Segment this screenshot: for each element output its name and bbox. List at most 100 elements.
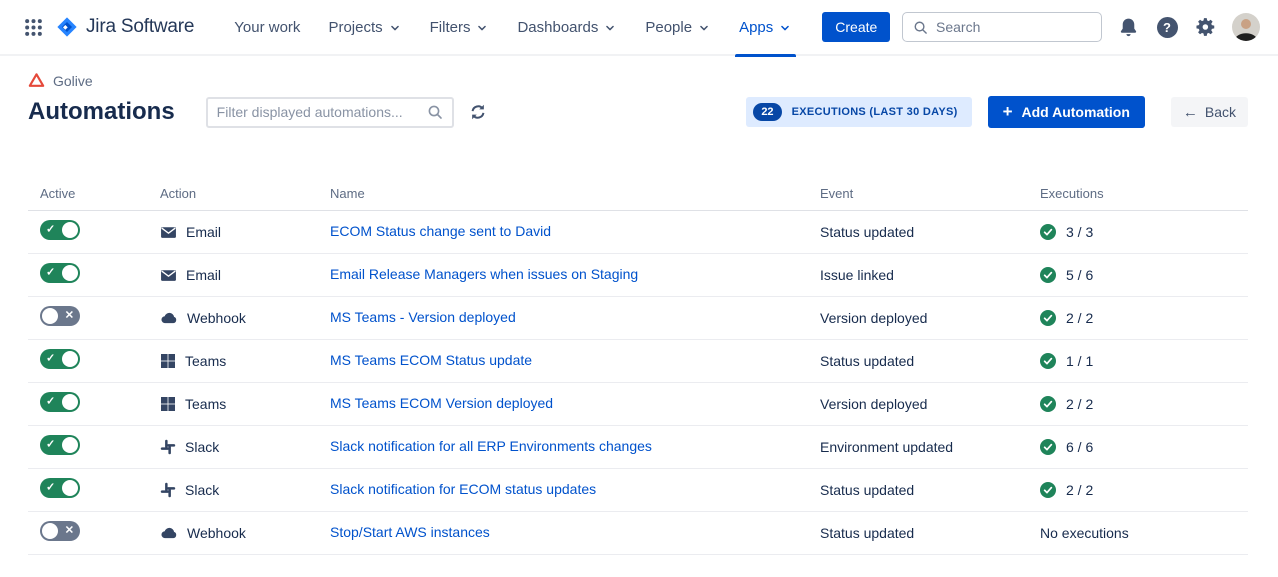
- filter-box[interactable]: [206, 97, 454, 128]
- back-label: Back: [1205, 104, 1236, 120]
- active-cell: ✓: [28, 478, 160, 503]
- executions-label: EXECUTIONS (LAST 30 DAYS): [792, 106, 958, 118]
- active-toggle[interactable]: ✓: [40, 263, 80, 283]
- table-row: ✓EmailEmail Release Managers when issues…: [28, 254, 1248, 297]
- column-header-executions: Executions: [1040, 186, 1248, 201]
- automation-name-link[interactable]: ECOM Status change sent to David: [330, 223, 551, 239]
- executions-value: 5 / 6: [1066, 267, 1093, 283]
- automation-name-link[interactable]: Slack notification for all ERP Environme…: [330, 438, 652, 454]
- action-cell: Email: [160, 224, 330, 241]
- search-input[interactable]: [936, 19, 1091, 35]
- nav-item-dashboards[interactable]: Dashboards: [503, 0, 631, 55]
- automation-name-link[interactable]: MS Teams ECOM Version deployed: [330, 395, 553, 411]
- toggle-knob: [62, 265, 78, 281]
- active-toggle[interactable]: ✓: [40, 349, 80, 369]
- action-label: Slack: [185, 482, 219, 498]
- success-icon: [1040, 310, 1056, 326]
- action-cell: Webhook: [160, 524, 330, 542]
- refresh-icon[interactable]: [469, 103, 487, 121]
- email-icon: [160, 267, 177, 284]
- back-arrow-icon: ←: [1183, 105, 1198, 120]
- automation-name-link[interactable]: Email Release Managers when issues on St…: [330, 266, 638, 282]
- jira-automations-page: Jira Software Your workProjects Filters Da…: [0, 0, 1278, 577]
- table-row: ✓TeamsMS Teams ECOM Version deployedVers…: [28, 383, 1248, 426]
- active-toggle[interactable]: ✕: [40, 306, 80, 326]
- nav-item-filters[interactable]: Filters: [416, 0, 504, 55]
- automations-table: ActiveActionNameEventExecutions ✓EmailEC…: [28, 186, 1248, 555]
- executions-summary-button[interactable]: 22 EXECUTIONS (LAST 30 DAYS): [746, 97, 971, 127]
- event-label: Status updated: [820, 482, 1040, 498]
- event-label: Version deployed: [820, 310, 1040, 326]
- golive-logo-icon: [28, 72, 45, 89]
- active-toggle[interactable]: ✓: [40, 220, 80, 240]
- app-switcher-icon[interactable]: [20, 14, 46, 40]
- settings-gear-icon[interactable]: [1193, 14, 1219, 40]
- action-cell: Teams: [160, 353, 330, 369]
- success-icon: [1040, 482, 1056, 498]
- event-label: Status updated: [820, 224, 1040, 240]
- toggle-knob: [62, 437, 78, 453]
- name-cell: Email Release Managers when issues on St…: [330, 266, 820, 284]
- active-cell: ✓: [28, 220, 160, 245]
- automation-name-link[interactable]: Stop/Start AWS instances: [330, 524, 490, 540]
- nav-item-your-work[interactable]: Your work: [220, 0, 314, 55]
- table-row: ✓ Slack Slack notification for ECOM status…: [28, 469, 1248, 512]
- add-automation-button[interactable]: + Add Automation: [988, 96, 1145, 128]
- breadcrumb[interactable]: Golive: [28, 72, 1248, 89]
- user-avatar[interactable]: [1232, 13, 1260, 41]
- help-icon[interactable]: ?: [1154, 14, 1180, 40]
- column-header-active: Active: [28, 186, 160, 201]
- action-label: Teams: [185, 353, 226, 369]
- executions-count-badge: 22: [753, 103, 781, 121]
- active-toggle[interactable]: ✓: [40, 478, 80, 498]
- success-icon: [1040, 396, 1056, 412]
- nav-item-people[interactable]: People: [631, 0, 725, 55]
- check-icon: ✓: [46, 439, 55, 450]
- nav-item-label: Filters: [430, 19, 471, 36]
- table-row: ✓TeamsMS Teams ECOM Status updateStatus …: [28, 340, 1248, 383]
- action-label: Slack: [185, 439, 219, 455]
- check-icon: ✓: [46, 482, 55, 493]
- executions-cell: 2 / 2: [1040, 482, 1248, 498]
- jira-logo[interactable]: Jira Software: [56, 16, 194, 38]
- success-icon: [1040, 224, 1056, 240]
- event-label: Status updated: [820, 525, 1040, 541]
- action-cell: Slack: [160, 439, 330, 455]
- executions-cell: 6 / 6: [1040, 439, 1248, 455]
- create-button[interactable]: Create: [822, 12, 890, 42]
- automation-name-link[interactable]: MS Teams ECOM Status update: [330, 352, 532, 368]
- table-row: ✕ Webhook Stop/Start AWS instances Status u…: [28, 512, 1248, 555]
- nav-item-apps[interactable]: Apps: [725, 0, 806, 55]
- executions-value: 2 / 2: [1066, 396, 1093, 412]
- action-cell: Teams: [160, 396, 330, 412]
- name-cell: MS Teams ECOM Version deployed: [330, 395, 820, 413]
- active-cell: ✕: [28, 306, 160, 331]
- action-cell: Webhook: [160, 309, 330, 327]
- check-icon: ✓: [46, 267, 55, 278]
- action-label: Email: [186, 224, 221, 240]
- automation-name-link[interactable]: Slack notification for ECOM status updat…: [330, 481, 596, 497]
- brand-name: Jira Software: [86, 16, 194, 38]
- toggle-knob: [62, 480, 78, 496]
- automation-name-link[interactable]: MS Teams - Version deployed: [330, 309, 516, 325]
- webhook-icon: [160, 524, 178, 542]
- cross-icon: ✕: [65, 310, 74, 321]
- active-cell: ✓: [28, 435, 160, 460]
- action-label: Webhook: [187, 525, 246, 541]
- global-search[interactable]: [902, 12, 1102, 42]
- active-toggle[interactable]: ✓: [40, 392, 80, 412]
- nav-item-projects[interactable]: Projects: [314, 0, 415, 55]
- action-label: Teams: [185, 396, 226, 412]
- notifications-bell-icon[interactable]: [1115, 14, 1141, 40]
- filter-input[interactable]: [217, 104, 427, 120]
- executions-value: 3 / 3: [1066, 224, 1093, 240]
- name-cell: Slack notification for ECOM status updat…: [330, 481, 820, 499]
- table-row: ✓ Slack Slack notification for all ERP Env…: [28, 426, 1248, 469]
- back-button[interactable]: ← Back: [1171, 97, 1248, 127]
- executions-value: No executions: [1040, 525, 1129, 541]
- active-cell: ✕: [28, 521, 160, 546]
- active-toggle[interactable]: ✕: [40, 521, 80, 541]
- executions-cell: 5 / 6: [1040, 267, 1248, 283]
- active-cell: ✓: [28, 392, 160, 417]
- active-toggle[interactable]: ✓: [40, 435, 80, 455]
